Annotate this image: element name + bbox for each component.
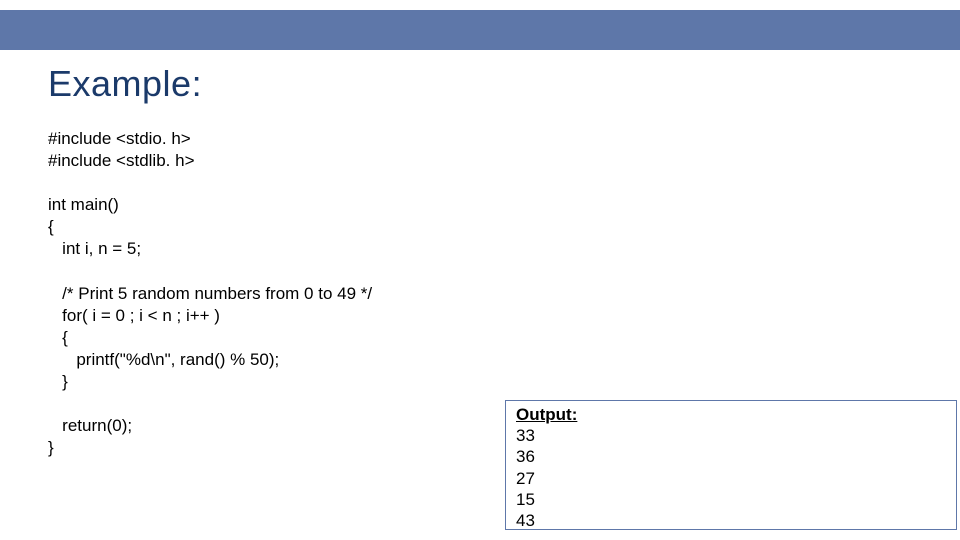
output-value: 27 bbox=[516, 468, 946, 489]
code-line: int i, n = 5; bbox=[48, 239, 141, 258]
output-value: 15 bbox=[516, 489, 946, 510]
top-band bbox=[0, 10, 960, 50]
output-value: 36 bbox=[516, 446, 946, 467]
output-value: 33 bbox=[516, 425, 946, 446]
code-line: { bbox=[48, 328, 68, 347]
code-line: } bbox=[48, 372, 68, 391]
code-line: printf("%d\n", rand() % 50); bbox=[48, 350, 279, 369]
code-line: { bbox=[48, 217, 54, 236]
code-line: /* Print 5 random numbers from 0 to 49 *… bbox=[48, 284, 372, 303]
code-block: #include <stdio. h> #include <stdlib. h>… bbox=[48, 128, 372, 459]
slide-title: Example: bbox=[48, 63, 202, 105]
code-line: #include <stdlib. h> bbox=[48, 151, 195, 170]
code-line: return(0); bbox=[48, 416, 132, 435]
code-line: #include <stdio. h> bbox=[48, 129, 191, 148]
code-line: for( i = 0 ; i < n ; i++ ) bbox=[48, 306, 220, 325]
output-box: Output: 33 36 27 15 43 bbox=[505, 400, 957, 530]
output-value: 43 bbox=[516, 510, 946, 531]
code-line: } bbox=[48, 438, 54, 457]
code-line: int main() bbox=[48, 195, 119, 214]
output-label: Output: bbox=[516, 405, 946, 425]
